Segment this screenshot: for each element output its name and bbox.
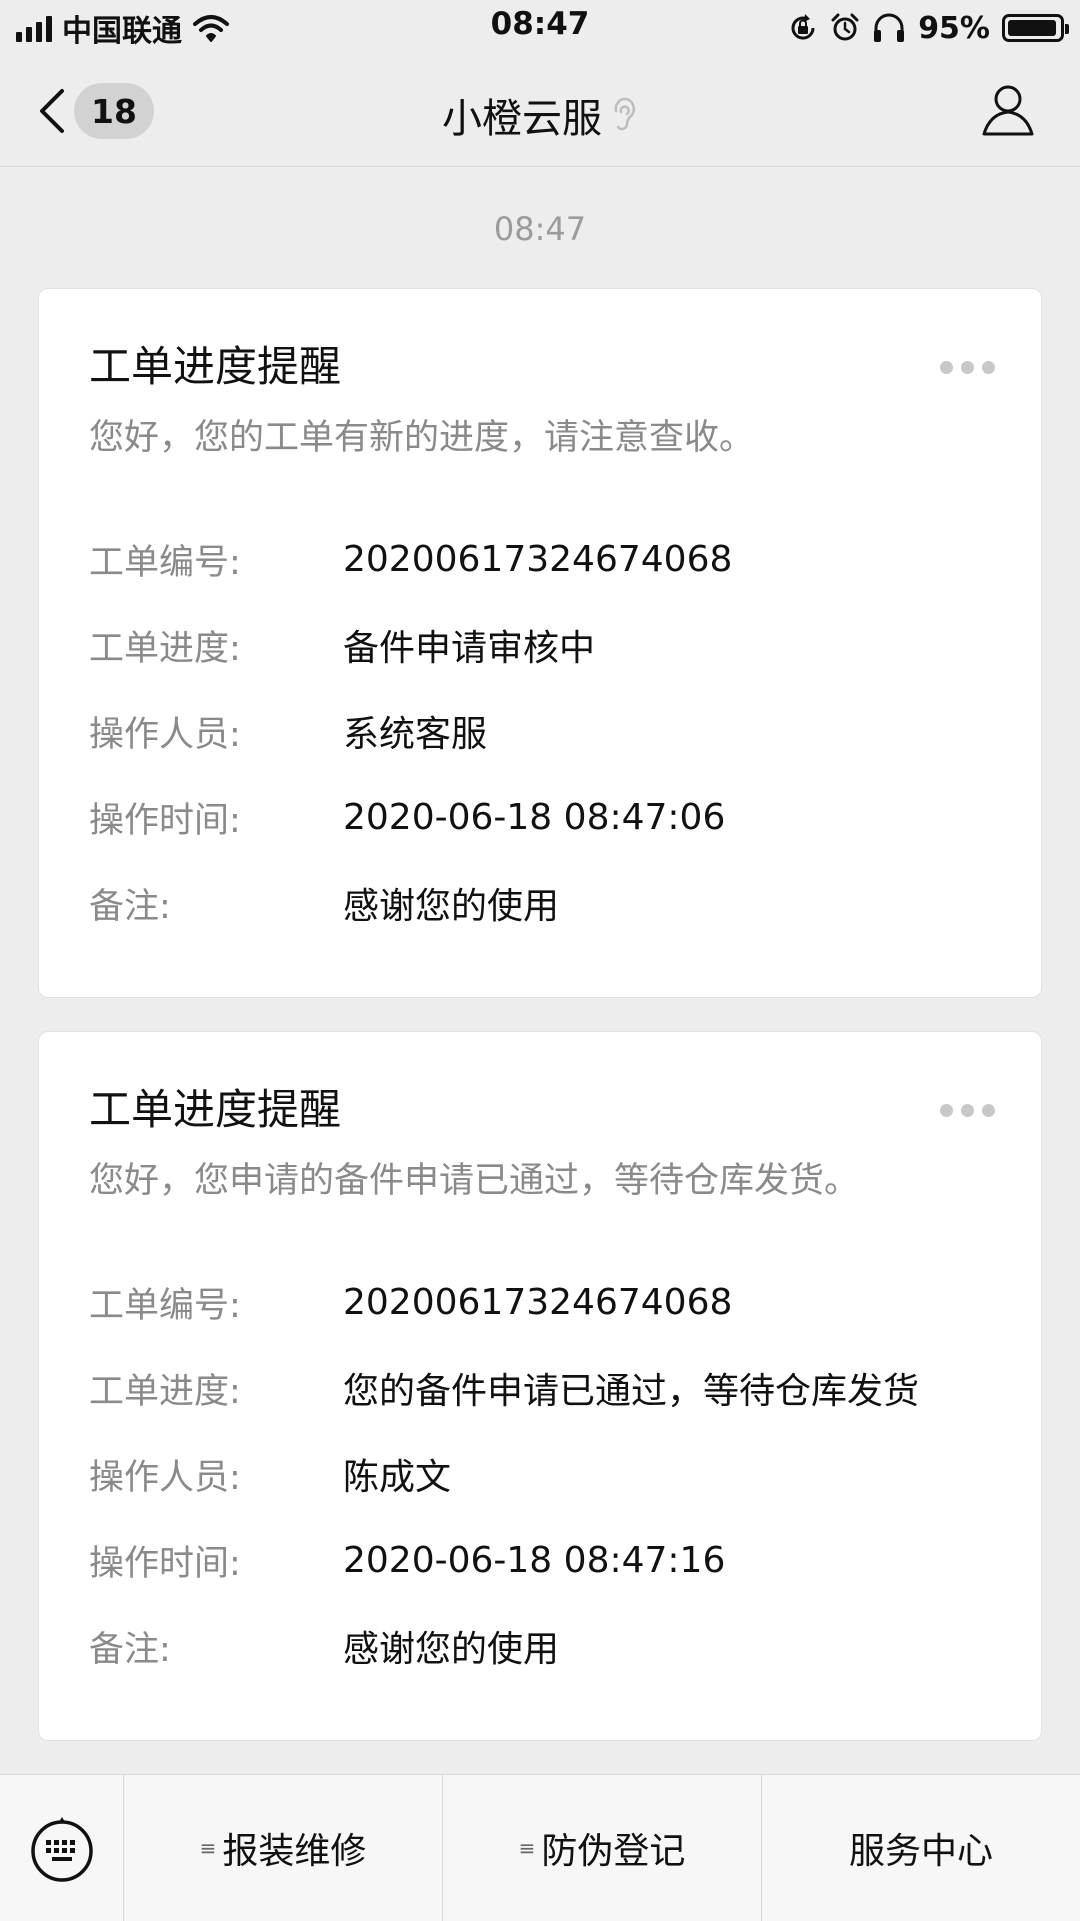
ear-icon [614, 97, 636, 131]
field-value: 感谢您的使用 [343, 886, 560, 927]
field-label: 工单编号: [89, 1285, 241, 1326]
field-operator: 操作人员: 系统客服 [89, 701, 1009, 761]
field-order-number: 工单编号: 20200617324674068 [89, 1272, 1009, 1332]
menu-item-anticounterfeit[interactable]: ≡ 防伪登记 [443, 1775, 762, 1921]
field-order-progress: 工单进度: 备件申请审核中 [89, 615, 1009, 675]
field-order-progress: 工单进度: 您的备件申请已通过，等待仓库发货 [89, 1358, 1009, 1418]
field-label: 操作时间: [89, 1543, 241, 1584]
field-label: 备注: [89, 1629, 171, 1670]
field-remark: 备注: 感谢您的使用 [89, 1616, 1009, 1676]
nav-bar: 18 小橙云服 [0, 56, 1080, 167]
submenu-icon: ≡ [518, 1836, 536, 1860]
field-label: 操作时间: [89, 800, 241, 841]
field-value: 20200617324674068 [343, 1281, 733, 1323]
field-value: 感谢您的使用 [343, 1629, 560, 1670]
field-remark: 备注: 感谢您的使用 [89, 873, 1009, 933]
keyboard-icon [30, 1817, 93, 1882]
field-label: 备注: [89, 886, 171, 927]
menu-item-service-center[interactable]: 服务中心 [762, 1775, 1080, 1921]
field-operation-time: 操作时间: 2020-06-18 08:47:06 [89, 787, 1009, 847]
field-value: 20200617324674068 [343, 538, 733, 580]
field-label: 操作人员: [89, 714, 241, 755]
card-title: 工单进度提醒 [89, 342, 342, 391]
work-order-card[interactable]: 工单进度提醒 您好，您的工单有新的进度，请注意查收。 工单编号: 2020061… [38, 288, 1042, 998]
chat-title: 小橙云服 [442, 96, 602, 142]
headphones-icon [874, 13, 905, 42]
alarm-icon [831, 13, 859, 41]
field-value: 2020-06-18 08:47:16 [343, 1539, 726, 1581]
profile-icon[interactable] [980, 82, 1036, 138]
battery-percent: 95% [918, 10, 990, 46]
rotation-lock-icon [791, 14, 815, 40]
submenu-icon: ≡ [199, 1836, 217, 1860]
status-bar: 中国联通 08:47 95% [0, 0, 1080, 56]
battery-level-fill [1008, 20, 1056, 36]
more-options-icon[interactable] [940, 1104, 995, 1117]
bottom-menu: ≡ 报装维修 ≡ 防伪登记 服务中心 [0, 1774, 1080, 1921]
field-value: 备件申请审核中 [343, 628, 596, 669]
battery-icon [1002, 14, 1069, 42]
menu-item-label: 报装维修 [222, 1831, 367, 1872]
status-right: 95% [788, 8, 1069, 48]
field-operator: 操作人员: 陈成文 [89, 1444, 1009, 1504]
more-options-icon[interactable] [940, 361, 995, 374]
field-label: 工单进度: [89, 628, 241, 669]
field-label: 工单进度: [89, 1371, 241, 1412]
message-timestamp: 08:47 [493, 210, 587, 248]
field-value: 陈成文 [343, 1457, 452, 1498]
keyboard-toggle-button[interactable] [0, 1775, 124, 1921]
card-title: 工单进度提醒 [89, 1085, 342, 1134]
field-order-number: 工单编号: 20200617324674068 [89, 529, 1009, 589]
menu-item-label: 防伪登记 [541, 1831, 686, 1872]
field-label: 工单编号: [89, 542, 241, 583]
field-operation-time: 操作时间: 2020-06-18 08:47:16 [89, 1530, 1009, 1590]
card-description: 您好，您申请的备件申请已通过，等待仓库发货。 [89, 1161, 860, 1201]
menu-item-label: 服务中心 [848, 1831, 993, 1872]
menu-item-repair[interactable]: ≡ 报装维修 [124, 1775, 443, 1921]
field-value: 系统客服 [343, 714, 488, 755]
chat-title-wrap: 小橙云服 [0, 86, 1080, 144]
card-description: 您好，您的工单有新的进度，请注意查收。 [89, 418, 755, 458]
work-order-card[interactable]: 工单进度提醒 您好，您申请的备件申请已通过，等待仓库发货。 工单编号: 2020… [38, 1031, 1042, 1741]
field-value: 2020-06-18 08:47:06 [343, 796, 726, 838]
field-value: 您的备件申请已通过，等待仓库发货 [343, 1371, 920, 1412]
field-label: 操作人员: [89, 1457, 241, 1498]
